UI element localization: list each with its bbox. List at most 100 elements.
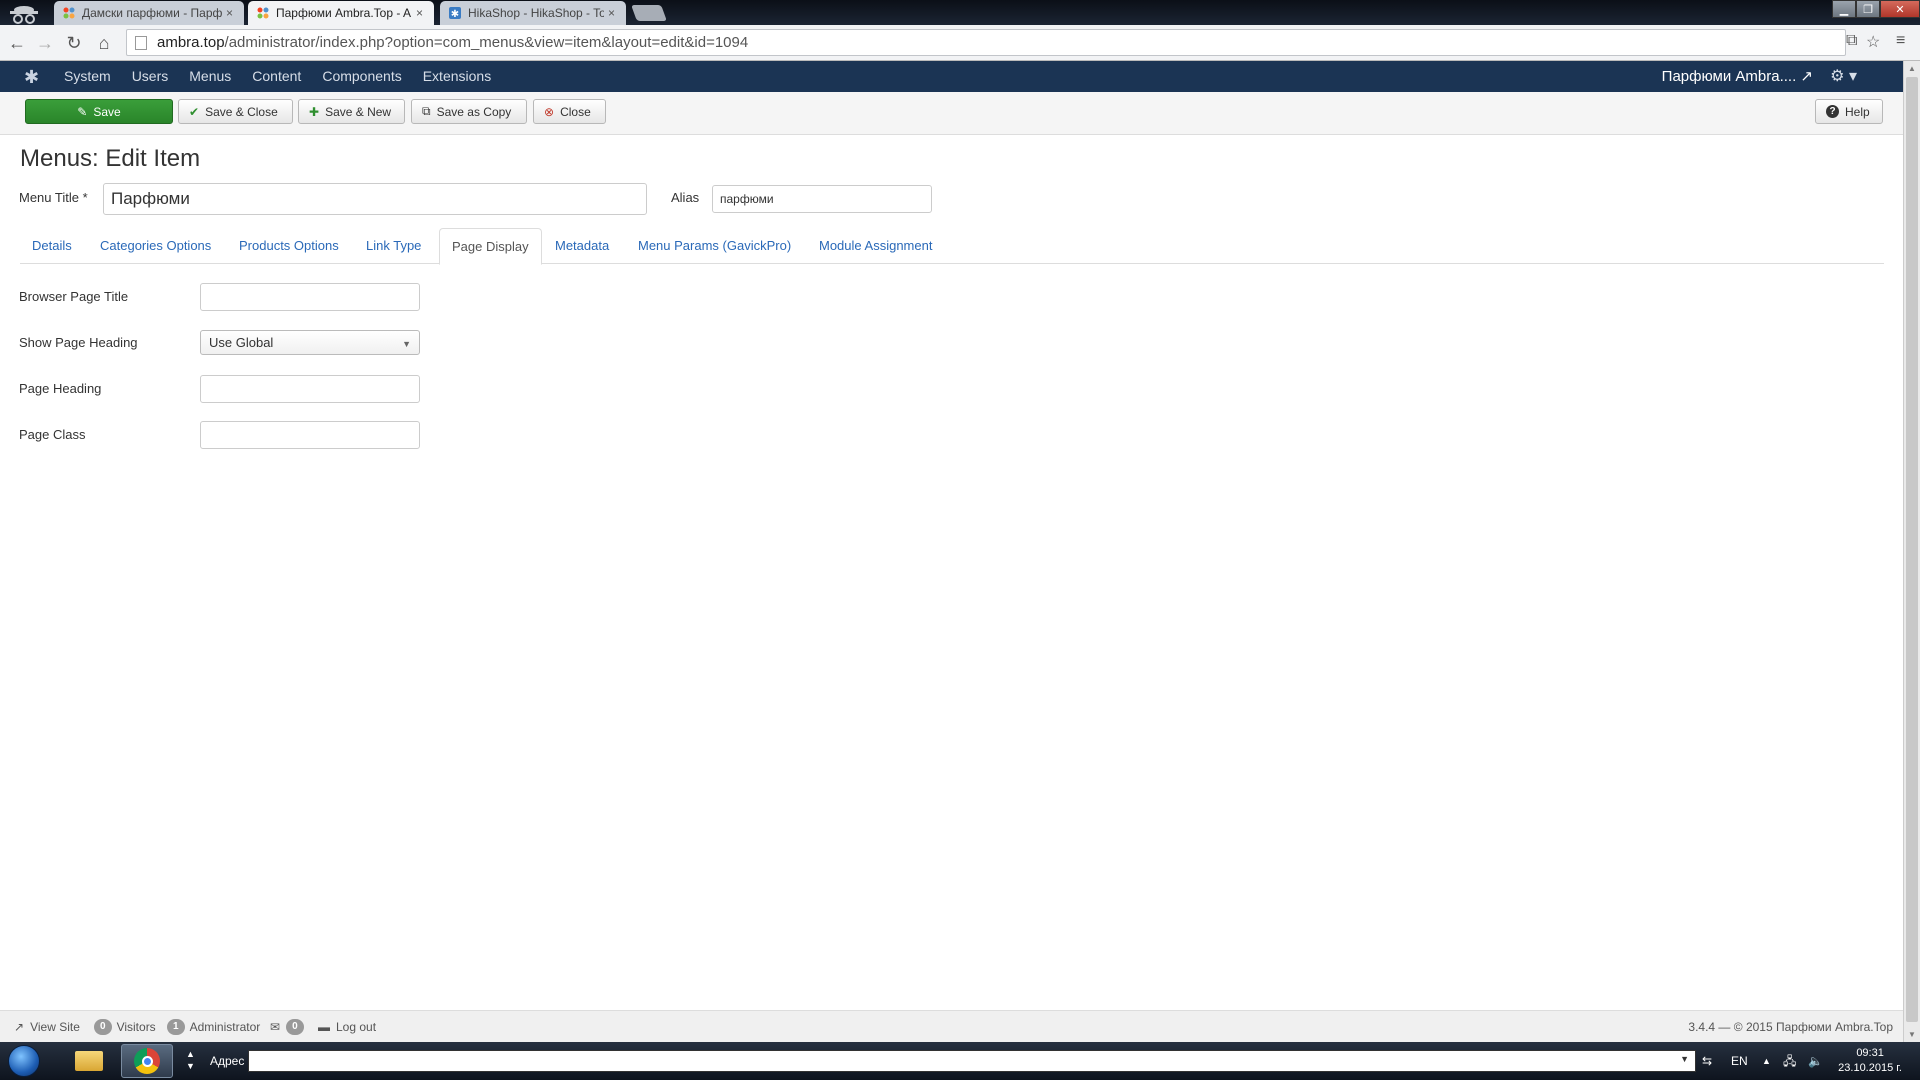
save-and-new-button[interactable]: ✚ Save & New (298, 99, 405, 124)
browser-tab-label: HikaShop - HikaShop - To (468, 6, 604, 20)
save-button[interactable]: ✎ Save (25, 99, 173, 124)
new-tab-button[interactable] (631, 5, 667, 21)
tab-link-type[interactable]: Link Type (354, 228, 433, 264)
url-path: /administrator/index.php?option=com_menu… (224, 34, 749, 51)
browser-tab-ambra-admin[interactable]: Парфюми Ambra.Top - A × (248, 1, 434, 25)
reload-icon[interactable]: ↻ (63, 32, 85, 54)
edit-icon: ✎ (77, 104, 88, 119)
gear-icon[interactable]: ⚙ ▾ (1830, 66, 1857, 86)
messages-count-badge: 0 (286, 1019, 304, 1035)
browser-tabstrip: Дамски парфюми - Парф × Парфюми Ambra.To… (0, 0, 1920, 25)
forward-arrow-icon[interactable]: → (34, 32, 56, 54)
scroll-down-icon[interactable]: ▼ (1908, 1030, 1916, 1039)
page-scrollbar[interactable]: ▲ ▼ (1903, 61, 1920, 1042)
chrome-taskbar-button[interactable] (121, 1044, 173, 1078)
system-clock[interactable]: 09:31 23.10.2015 г. (1838, 1046, 1902, 1076)
visitors-count-badge: 0 (94, 1019, 112, 1035)
help-button[interactable]: ? Help (1815, 99, 1883, 124)
browser-page-title-input[interactable] (200, 283, 420, 311)
explorer-taskbar-button[interactable] (63, 1044, 115, 1078)
menu-content[interactable]: Content (252, 61, 301, 92)
save-as-copy-label: Save as Copy (436, 104, 512, 119)
administrator-status: 1 Administrator (167, 1011, 260, 1043)
home-icon[interactable]: ⌂ (93, 32, 115, 54)
close-icon[interactable]: × (416, 6, 428, 20)
menu-title-label: Menu Title * (19, 190, 88, 205)
scrollbar-thumb[interactable] (1906, 77, 1918, 1022)
check-icon: ✔ (189, 104, 200, 119)
menu-components[interactable]: Components (322, 61, 401, 92)
hikashop-favicon-icon: ✱ (448, 6, 462, 20)
tab-page-display[interactable]: Page Display (439, 228, 542, 265)
browser-tab-hikashop[interactable]: ✱ HikaShop - HikaShop - To × (440, 1, 626, 25)
chrome-icon (134, 1048, 160, 1074)
tab-menu-params-gavickpro[interactable]: Menu Params (GavickPro) (626, 228, 803, 264)
taskbar-scroll-icon[interactable]: ▲ ▼ (186, 1048, 195, 1072)
url-input[interactable]: ambra.top /administrator/index.php?optio… (126, 29, 1846, 56)
page-title: Menus: Edit Item (20, 145, 201, 172)
chevron-down-icon: ▼ (402, 339, 411, 349)
scroll-up-icon[interactable]: ▲ (1908, 64, 1916, 73)
close-button[interactable]: ⊗ Close (533, 99, 606, 124)
menu-extensions[interactable]: Extensions (423, 61, 491, 92)
view-site-label: View Site (30, 1020, 80, 1034)
show-page-heading-value: Use Global (209, 335, 274, 350)
menu-users[interactable]: Users (132, 61, 169, 92)
tab-module-assignment[interactable]: Module Assignment (807, 228, 944, 264)
save-and-close-button[interactable]: ✔ Save & Close (178, 99, 293, 124)
network-icon[interactable]: 🖧 (1783, 1042, 1796, 1080)
browser-page-title-label: Browser Page Title (19, 289, 129, 304)
visitors-status: 0 Visitors (94, 1011, 156, 1043)
close-icon[interactable]: × (608, 6, 620, 20)
browser-tab-women-perfumes[interactable]: Дамски парфюми - Парф × (54, 1, 244, 25)
browser-tab-label: Дамски парфюми - Парф (82, 6, 222, 20)
clock-date: 23.10.2015 г. (1838, 1062, 1902, 1074)
logout-label: Log out (336, 1020, 377, 1034)
page-heading-label: Page Heading (19, 381, 102, 396)
tray-expand-icon[interactable]: ▲ (1762, 1042, 1771, 1080)
browser-menu-icon[interactable]: ≡ (1896, 32, 1905, 50)
language-indicator[interactable]: EN (1731, 1042, 1748, 1080)
back-arrow-icon[interactable]: ← (6, 32, 28, 54)
visitors-label: Visitors (116, 1020, 156, 1034)
go-arrows-icon[interactable]: ⇆ (1702, 1042, 1712, 1080)
tab-metadata[interactable]: Metadata (543, 228, 621, 264)
translate-icon[interactable]: ⧉ (1846, 32, 1857, 50)
start-button[interactable] (8, 1045, 40, 1077)
view-site-link[interactable]: ↗ View Site (14, 1011, 80, 1043)
joomla-logo-icon[interactable]: ✱ (24, 67, 39, 88)
folder-icon (75, 1051, 103, 1071)
page-class-input[interactable] (200, 421, 420, 449)
alias-input[interactable]: парфюми (712, 185, 932, 213)
logout-link[interactable]: ▬ Log out (318, 1011, 376, 1043)
window-close-button[interactable]: ✕ (1880, 0, 1920, 18)
show-page-heading-select[interactable]: Use Global ▼ (200, 330, 420, 355)
minus-icon: ▬ (318, 1020, 330, 1034)
admin-menu: System Users Menus Content Components Ex… (64, 61, 512, 92)
tab-categories-options[interactable]: Categories Options (88, 228, 223, 264)
help-button-label: Help (1845, 104, 1870, 119)
menu-title-input[interactable]: Парфюми (103, 183, 647, 215)
tab-products-options[interactable]: Products Options (227, 228, 351, 264)
incognito-icon (10, 6, 38, 24)
messages-status[interactable]: ✉ 0 (270, 1011, 309, 1043)
page-heading-input[interactable] (200, 375, 420, 403)
close-icon[interactable]: × (226, 6, 238, 20)
save-as-copy-button[interactable]: ⧉ Save as Copy (411, 99, 527, 124)
menu-menus[interactable]: Menus (189, 61, 231, 92)
page-class-label: Page Class (19, 427, 86, 442)
copy-icon: ⧉ (422, 104, 431, 118)
volume-icon[interactable]: 🔈 (1808, 1042, 1823, 1080)
admin-status-bar: ↗ View Site 0 Visitors 1 Administrator ✉… (0, 1010, 1903, 1042)
minimize-button[interactable]: ▁ (1832, 0, 1856, 18)
chevron-down-icon[interactable]: ▼ (1680, 1054, 1689, 1064)
bookmark-star-icon[interactable]: ☆ (1866, 32, 1880, 52)
menu-system[interactable]: System (64, 61, 111, 92)
url-domain: ambra.top (157, 34, 225, 51)
taskbar-address-input[interactable]: ▼ (248, 1050, 1696, 1072)
tab-details[interactable]: Details (20, 228, 84, 264)
site-title-link[interactable]: Парфюми Ambra.... ↗ (1662, 61, 1813, 92)
joomla-favicon-icon (256, 6, 270, 20)
edit-tabs: Details Categories Options Products Opti… (20, 228, 1884, 265)
maximize-button[interactable]: ❐ (1856, 0, 1880, 18)
